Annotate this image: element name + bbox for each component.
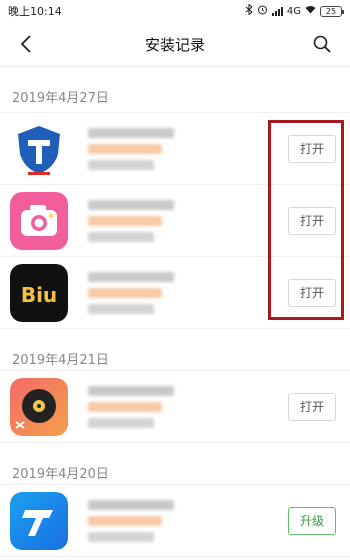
- music-disc-app-icon[interactable]: [10, 377, 68, 436]
- app-meta-blurred: [88, 515, 162, 526]
- app-name-blurred: [88, 385, 174, 396]
- back-arrow-icon: [20, 35, 31, 53]
- app-name-blurred: [88, 499, 174, 510]
- date-header: 2019年4月27日: [0, 67, 350, 113]
- app-desc-blurred: [88, 531, 154, 542]
- app-desc-blurred: [88, 303, 154, 314]
- search-button[interactable]: [308, 30, 336, 58]
- app-meta-blurred: [88, 401, 162, 412]
- status-time: 晚上10:14: [8, 5, 62, 18]
- app-info-blurred: [68, 385, 288, 428]
- status-icons: 4G 25: [245, 3, 344, 18]
- app-info-blurred: [68, 271, 288, 314]
- open-button[interactable]: 打开: [288, 392, 336, 421]
- app-info-blurred: [68, 499, 288, 542]
- app-meta-blurred: [88, 215, 162, 226]
- shield-t-app-icon[interactable]: [10, 119, 68, 178]
- biu-app-icon[interactable]: Biu: [10, 263, 68, 322]
- battery-icon: 25: [320, 5, 344, 17]
- app-desc-blurred: [88, 159, 154, 170]
- open-button[interactable]: 打开: [288, 206, 336, 235]
- nav-bar: 安装记录: [0, 22, 350, 66]
- list-item[interactable]: 升级: [0, 485, 350, 557]
- app-meta-blurred: [88, 143, 162, 154]
- app-name-blurred: [88, 271, 174, 282]
- battery-level: 25: [325, 6, 337, 16]
- app-name-blurred: [88, 199, 174, 210]
- date-header: 2019年4月20日: [0, 443, 350, 485]
- list-item[interactable]: 打开: [0, 185, 350, 257]
- wifi-icon: [305, 5, 316, 17]
- install-record-list[interactable]: 2019年4月27日 打开 打开 Biu 打开 2019年4月21日 打开 20…: [0, 67, 350, 560]
- bluetooth-icon: [245, 3, 253, 18]
- list-item[interactable]: 打开: [0, 371, 350, 443]
- alarm-icon: [257, 4, 268, 18]
- page-title: 安装记录: [144, 35, 205, 54]
- open-button[interactable]: 打开: [288, 134, 336, 163]
- back-button[interactable]: [12, 30, 40, 58]
- blue-t-app-icon[interactable]: [10, 491, 68, 550]
- app-info-blurred: [68, 199, 288, 242]
- search-icon: [313, 35, 331, 53]
- signal-icon: [271, 6, 283, 16]
- upgrade-button[interactable]: 升级: [288, 506, 336, 535]
- app-meta-blurred: [88, 287, 162, 298]
- app-info-blurred: [68, 127, 288, 170]
- list-item[interactable]: 打开: [0, 113, 350, 185]
- network-type: 4G: [286, 5, 301, 17]
- list-item[interactable]: Biu 打开: [0, 257, 350, 329]
- app-desc-blurred: [88, 231, 154, 242]
- camera-app-icon[interactable]: [10, 191, 68, 250]
- open-button[interactable]: 打开: [288, 278, 336, 307]
- app-name-blurred: [88, 127, 174, 138]
- app-desc-blurred: [88, 417, 154, 428]
- status-bar: 晚上10:14 4G 25: [0, 0, 350, 22]
- date-header: 2019年4月21日: [0, 329, 350, 371]
- biu-icon-text: Biu: [21, 283, 57, 307]
